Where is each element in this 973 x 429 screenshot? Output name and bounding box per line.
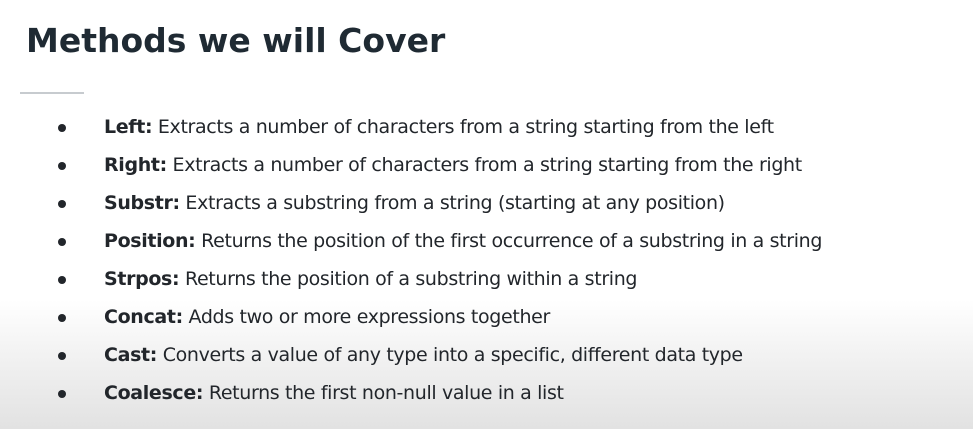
bullet-dot-icon [58, 162, 66, 170]
list-item-text: Strpos: Returns the position of a substr… [104, 260, 637, 298]
method-description: Converts a value of any type into a spec… [157, 344, 743, 366]
method-description: Returns the position of the first occurr… [195, 230, 823, 252]
list-item-concat: Concat: Adds two or more expressions tog… [0, 298, 973, 336]
list-item-strpos: Strpos: Returns the position of a substr… [0, 260, 973, 298]
bullet-dot-icon [58, 390, 66, 398]
list-item-position: Position: Returns the position of the fi… [0, 222, 973, 260]
method-name: Left: [104, 116, 153, 138]
list-item-text: Right: Extracts a number of characters f… [104, 146, 802, 184]
methods-list: Left: Extracts a number of characters fr… [0, 108, 973, 412]
bullet-dot-icon [58, 276, 66, 284]
list-item-text: Left: Extracts a number of characters fr… [104, 108, 774, 146]
bullet-dot-icon [58, 238, 66, 246]
method-name: Strpos: [104, 268, 180, 290]
title-divider [20, 92, 84, 94]
bullet-dot-icon [58, 352, 66, 360]
method-description: Adds two or more expressions together [182, 306, 551, 328]
list-item-text: Concat: Adds two or more expressions tog… [104, 298, 550, 336]
list-item-text: Coalesce: Returns the first non-null val… [104, 374, 564, 412]
method-name: Coalesce: [104, 382, 204, 404]
slide: Methods we will Cover Left: Extracts a n… [0, 0, 973, 429]
list-item-text: Position: Returns the position of the fi… [104, 222, 822, 260]
list-item-text: Substr: Extracts a substring from a stri… [104, 184, 725, 222]
list-item-substr: Substr: Extracts a substring from a stri… [0, 184, 973, 222]
list-item-cast: Cast: Converts a value of any type into … [0, 336, 973, 374]
method-name: Substr: [104, 192, 180, 214]
bullet-dot-icon [58, 124, 66, 132]
list-item-coalesce: Coalesce: Returns the first non-null val… [0, 374, 973, 412]
method-description: Extracts a substring from a string (star… [179, 192, 725, 214]
method-description: Extracts a number of characters from a s… [166, 154, 803, 176]
method-name: Cast: [104, 344, 158, 366]
bullet-dot-icon [58, 200, 66, 208]
method-description: Returns the position of a substring with… [179, 268, 638, 290]
method-description: Extracts a number of characters from a s… [152, 116, 774, 138]
list-item-right: Right: Extracts a number of characters f… [0, 146, 973, 184]
list-item-left: Left: Extracts a number of characters fr… [0, 108, 973, 146]
list-item-text: Cast: Converts a value of any type into … [104, 336, 743, 374]
method-description: Returns the first non-null value in a li… [203, 382, 564, 404]
slide-title: Methods we will Cover [26, 21, 446, 60]
method-name: Concat: [104, 306, 183, 328]
bullet-dot-icon [58, 314, 66, 322]
method-name: Position: [104, 230, 196, 252]
method-name: Right: [104, 154, 167, 176]
